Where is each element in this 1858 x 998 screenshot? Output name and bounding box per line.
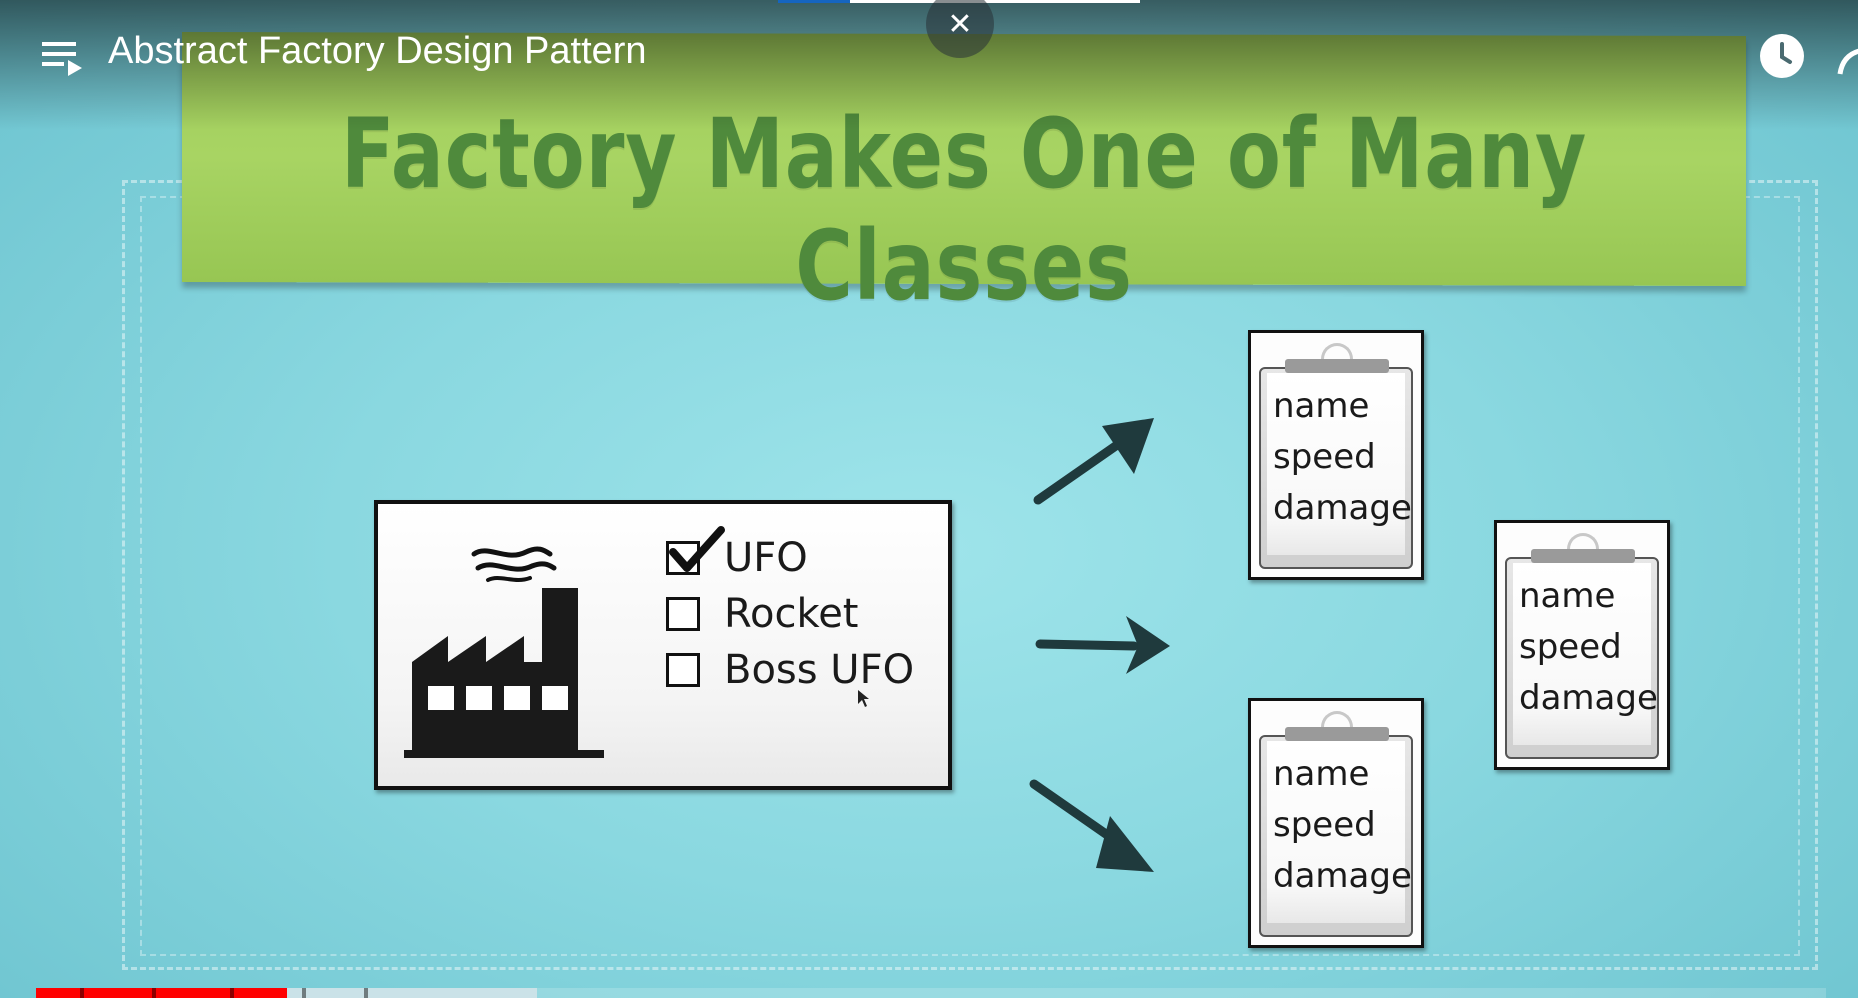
chapter-divider [152, 988, 156, 998]
clipboard-fields: name speed damage [1273, 749, 1412, 902]
slide-heading: Factory Makes One of Many Classes [340, 98, 1588, 322]
clipboard-clip [1285, 359, 1389, 373]
factory-icon [404, 546, 604, 758]
clock-icon[interactable] [1758, 32, 1806, 80]
option-label: Rocket [724, 591, 859, 637]
checkbox-checked [666, 526, 725, 575]
option-boss-ufo: Boss UFO [666, 642, 914, 698]
checkbox-unchecked [666, 597, 700, 631]
option-rocket: Rocket [666, 586, 914, 642]
field-label: name [1519, 576, 1616, 616]
option-ufo: UFO [666, 526, 914, 586]
arrow-right-icon [1035, 616, 1170, 674]
checkbox-unchecked [666, 653, 700, 687]
field-label: speed [1273, 437, 1376, 477]
factory-card: UFO Rocket Boss UFO [374, 500, 952, 790]
chapter-divider [302, 988, 306, 998]
clipboard-class-card: name speed damage [1494, 520, 1670, 770]
clipboard-clip [1531, 549, 1635, 563]
arrow-down-right-icon [1029, 779, 1154, 872]
chapter-divider [364, 988, 368, 998]
field-label: name [1273, 754, 1370, 794]
progress-played [36, 988, 287, 998]
video-title[interactable]: Abstract Factory Design Pattern [108, 30, 647, 73]
chapter-divider [80, 988, 84, 998]
option-label: Boss UFO [724, 647, 915, 693]
clipboard-fields: name speed damage [1519, 571, 1658, 724]
field-label: damage [1273, 856, 1412, 896]
field-label: speed [1273, 805, 1376, 845]
checkmark-icon [669, 526, 725, 572]
field-label: damage [1273, 488, 1412, 528]
playlist-icon[interactable] [40, 38, 84, 78]
video-progress-bar[interactable] [0, 988, 1858, 998]
clipboard-fields: name speed damage [1273, 381, 1412, 534]
field-label: damage [1519, 678, 1658, 718]
field-label: name [1273, 386, 1370, 426]
field-label: speed [1519, 627, 1622, 667]
chapter-divider [230, 988, 234, 998]
arrow-up-right-icon [1033, 418, 1154, 505]
option-label: UFO [724, 535, 808, 581]
clipboard-class-card: name speed damage [1248, 330, 1424, 580]
close-icon: ✕ [947, 6, 973, 42]
factory-options: UFO Rocket Boss UFO [666, 526, 914, 698]
video-player[interactable]: Factory Makes One of Many Classes Abstra… [0, 0, 1858, 998]
share-icon[interactable] [1836, 40, 1858, 80]
clipboard-clip [1285, 727, 1389, 741]
mouse-cursor-icon [858, 690, 869, 707]
clipboard-class-card: name speed damage [1248, 698, 1424, 948]
